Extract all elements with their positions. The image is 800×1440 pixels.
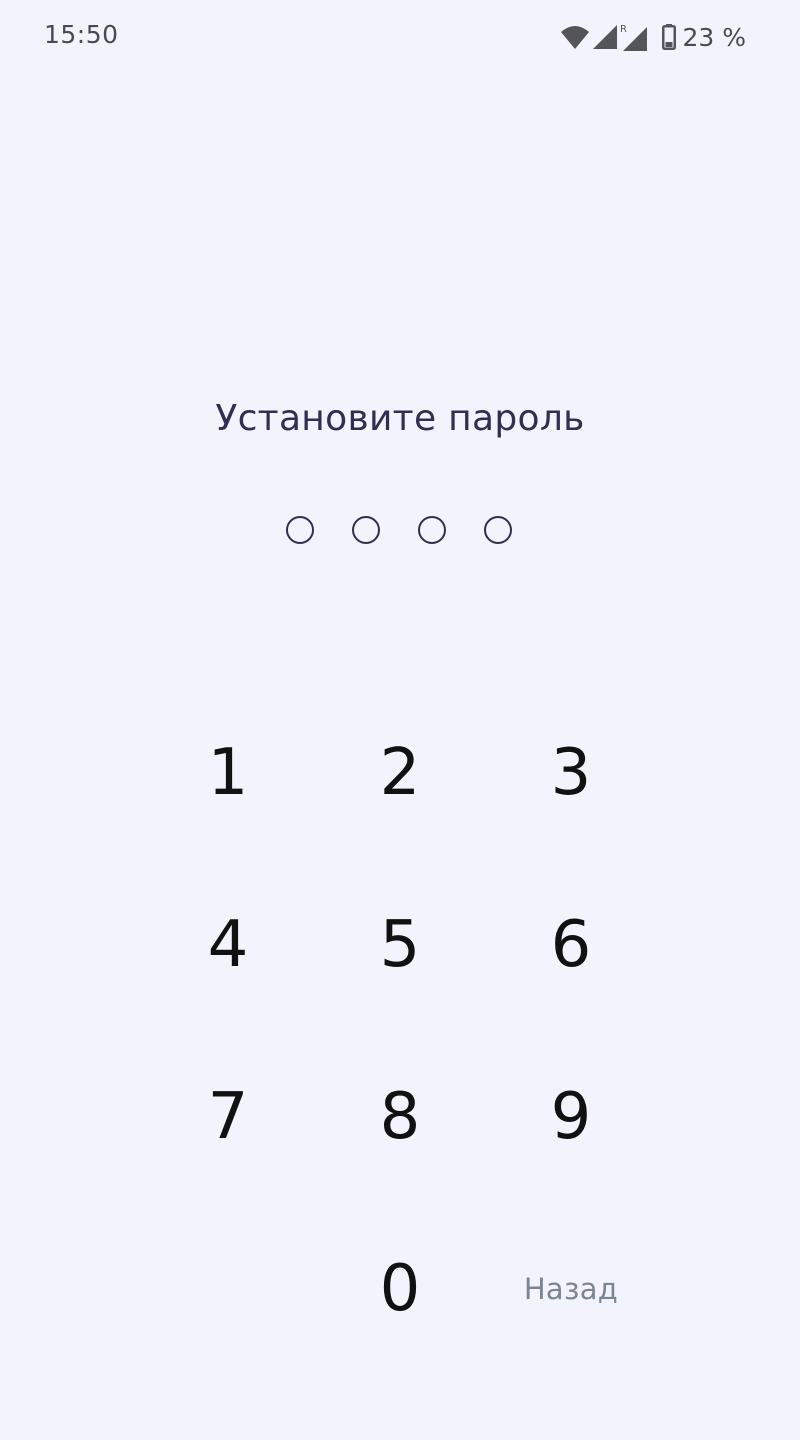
key-9[interactable]: 9 [496,1052,646,1182]
page-title: Установите пароль [215,398,585,439]
status-icons: R 23 % [560,20,746,54]
battery-percent: 23 % [682,22,746,52]
signal-icon [592,24,618,50]
pin-indicator [0,516,800,548]
roaming-signal-icon: R [620,22,648,52]
key-7[interactable]: 7 [153,1052,303,1182]
battery-icon [662,24,677,50]
pin-dot [418,516,446,544]
pin-dot [286,516,314,544]
pin-dot [352,516,380,544]
back-button[interactable]: Назад [496,1224,646,1354]
key-0[interactable]: 0 [325,1224,475,1354]
roaming-label: R [620,24,627,35]
key-5[interactable]: 5 [325,880,475,1010]
wifi-icon [560,24,590,50]
key-3[interactable]: 3 [496,708,646,838]
pin-dot [484,516,512,544]
key-6[interactable]: 6 [496,880,646,1010]
status-bar: 15:50 R 23 % [0,0,800,72]
status-time: 15:50 [44,20,119,49]
numeric-keypad: 1 2 3 4 5 6 7 8 9 0 Назад [0,0,800,1440]
key-8[interactable]: 8 [325,1052,475,1182]
key-4[interactable]: 4 [153,880,303,1010]
key-1[interactable]: 1 [153,708,303,838]
key-2[interactable]: 2 [325,708,475,838]
